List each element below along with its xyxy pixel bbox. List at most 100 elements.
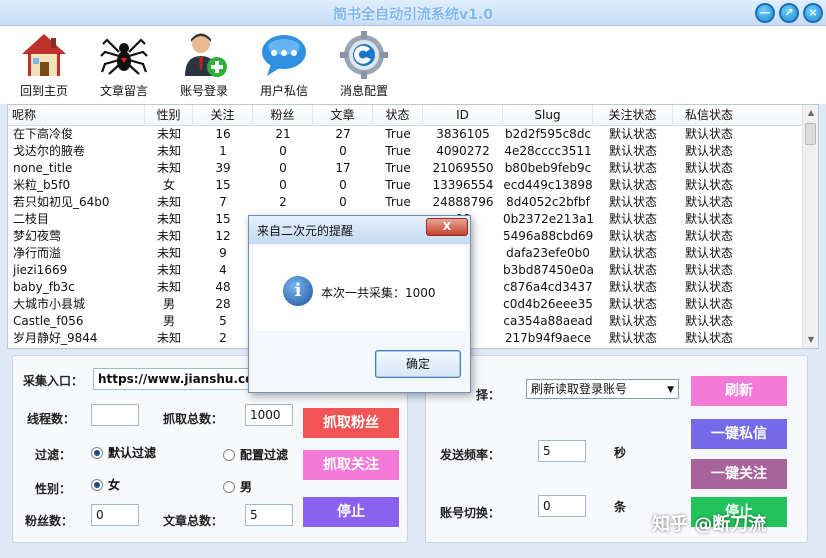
toolbar-message-label: 用户私信 <box>259 84 308 98</box>
col-id[interactable]: ID <box>423 105 503 126</box>
table-cell: 未知 <box>156 144 181 158</box>
table-cell: True <box>385 161 411 175</box>
toolbar-config-label: 消息配置 <box>339 84 388 98</box>
table-cell: 男 <box>162 314 175 328</box>
toolbar-comment-label: 文章留言 <box>99 84 148 98</box>
col-status[interactable]: 状态 <box>373 105 423 126</box>
table-cell: 默认状态 <box>608 331 657 345</box>
table-row[interactable]: 在下高冷俊 未知 16 21 27 True 3836105 b2d2f595c8dc 默认状态… <box>8 126 804 143</box>
col-gender[interactable]: 性别 <box>145 105 193 126</box>
fetch-fans-button[interactable]: 抓取粉丝 <box>303 408 399 438</box>
table-cell: baby_fb3c <box>13 280 75 294</box>
table-cell: 27 <box>335 127 351 141</box>
table-cell: 若只如初见_64b0 <box>13 195 110 209</box>
table-cell: 5 <box>219 314 227 328</box>
spider-icon <box>100 38 148 75</box>
account-select[interactable]: 刷新读取登录账号 ▼ <box>526 379 679 399</box>
account-select-label: 择： <box>476 388 501 402</box>
table-cell: 默认状态 <box>685 195 734 209</box>
scroll-up-icon[interactable]: ▲ <box>803 105 818 121</box>
col-articles[interactable]: 文章 <box>313 105 373 126</box>
account-select-value: 刷新读取登录账号 <box>531 382 628 396</box>
table-cell: 0 <box>339 195 347 209</box>
col-message-status[interactable]: 私信状态 <box>673 105 804 126</box>
switch-unit: 条 <box>614 500 627 514</box>
table-cell: 男 <box>162 297 175 311</box>
user-add-icon <box>185 33 227 77</box>
one-click-message-button[interactable]: 一键私信 <box>691 419 787 449</box>
toolbar-comment-button[interactable]: 文章留言 <box>85 28 163 102</box>
table-cell: 未知 <box>156 246 181 260</box>
radio-dot <box>91 447 103 459</box>
threads-label: 线程数： <box>27 412 76 426</box>
table-row[interactable]: none_title 未知 39 0 17 True 21069550 b80beb9feb9… <box>8 160 804 177</box>
house-icon <box>22 34 66 76</box>
threads-input[interactable] <box>91 404 139 426</box>
gender-male-radio[interactable]: 男 <box>223 478 252 495</box>
restore-button[interactable]: ↗ <box>779 3 799 23</box>
table-cell: 0b2372e213a1 <box>503 212 593 226</box>
gender-female-radio[interactable]: 女 <box>91 476 120 493</box>
table-row[interactable]: 若只如初见_64b0 未知 7 2 0 True 24888796 8d4052c2bfbf 默… <box>8 194 804 211</box>
table-cell: 默认状态 <box>608 229 657 243</box>
one-click-follow-button[interactable]: 一键关注 <box>691 459 787 489</box>
gender-female-label: 女 <box>108 478 121 492</box>
table-cell: 戈达尔的腋卷 <box>13 144 86 158</box>
refresh-button[interactable]: 刷新 <box>691 376 787 406</box>
fetch-follow-button[interactable]: 抓取关注 <box>303 450 399 480</box>
table-cell: 默认状态 <box>685 127 734 141</box>
freq-input[interactable]: 5 <box>538 440 586 462</box>
scroll-thumb[interactable] <box>805 123 816 145</box>
table-cell: none_title <box>13 161 73 175</box>
col-follow[interactable]: 关注 <box>193 105 253 126</box>
filter-default-radio[interactable]: 默认过滤 <box>91 444 156 461</box>
table-cell: 未知 <box>156 263 181 277</box>
table-cell: 默认状态 <box>685 161 734 175</box>
chat-bubble-icon <box>262 35 306 76</box>
table-cell: 0 <box>279 161 287 175</box>
toolbar-login-button[interactable]: 账号登录 <box>165 28 243 102</box>
table-cell: 16 <box>215 127 231 141</box>
col-slug[interactable]: Slug <box>503 105 593 126</box>
table-cell: 在下高冷俊 <box>13 127 74 141</box>
fans-input[interactable]: 0 <box>91 504 139 526</box>
watermark: 知乎 @断刀流 <box>652 514 767 535</box>
dialog-close-button[interactable]: X <box>426 218 468 236</box>
filter-config-radio[interactable]: 配置过滤 <box>223 446 288 463</box>
table-row[interactable]: 戈达尔的腋卷 未知 1 0 0 True 4090272 4e28cccc3511 默认状态 默认… <box>8 143 804 160</box>
table-cell: 默认状态 <box>685 229 734 243</box>
toolbar-message-button[interactable]: 用户私信 <box>245 28 323 102</box>
close-button[interactable]: × <box>803 3 823 23</box>
table-cell: 默认状态 <box>685 314 734 328</box>
dialog-ok-button[interactable]: 确定 <box>375 350 461 378</box>
table-cell: 12 <box>215 229 231 243</box>
col-follow-status[interactable]: 关注状态 <box>593 105 673 126</box>
table-cell: 未知 <box>156 229 181 243</box>
scroll-down-icon[interactable]: ▼ <box>803 332 818 348</box>
entry-input[interactable]: https://www.jianshu.com <box>93 368 251 390</box>
window-title: 简书全自动引流系统v1.0 <box>333 7 493 23</box>
stop-fetch-button[interactable]: 停止 <box>303 497 399 527</box>
alert-dialog: 来自二次元的提醒 X i 本次一共采集：1000 确定 <box>248 215 471 393</box>
col-fans[interactable]: 粉丝 <box>253 105 313 126</box>
filter-label: 过滤： <box>35 448 72 462</box>
switch-input[interactable]: 0 <box>538 495 586 517</box>
table-cell: 默认状态 <box>685 178 734 192</box>
toolbar-config-button[interactable]: 消息配置 <box>325 28 403 102</box>
filter-config-label: 配置过滤 <box>240 448 289 462</box>
articles-input[interactable]: 5 <box>245 504 293 526</box>
table-cell: 未知 <box>156 331 181 345</box>
table-row[interactable]: 米粒_b5f0 女 15 0 0 True 13396554 ecd449c13898 默认状态… <box>8 177 804 194</box>
table-cell: 未知 <box>156 195 181 209</box>
table-cell: b80beb9feb9c <box>504 161 592 175</box>
table-cell: 默认状态 <box>608 195 657 209</box>
toolbar-home-button[interactable]: 回到主页 <box>5 28 83 102</box>
dialog-title-bar: 来自二次元的提醒 X <box>249 216 470 244</box>
minimize-button[interactable]: — <box>755 3 775 23</box>
table-cell: 默认状态 <box>608 178 657 192</box>
freq-unit: 秒 <box>614 446 627 460</box>
table-cell: 2 <box>279 195 287 209</box>
col-nickname[interactable]: 呢称 <box>8 105 145 126</box>
vertical-scrollbar[interactable]: ▲ ▼ <box>802 105 818 348</box>
fetch-total-input[interactable]: 1000 <box>245 404 293 426</box>
